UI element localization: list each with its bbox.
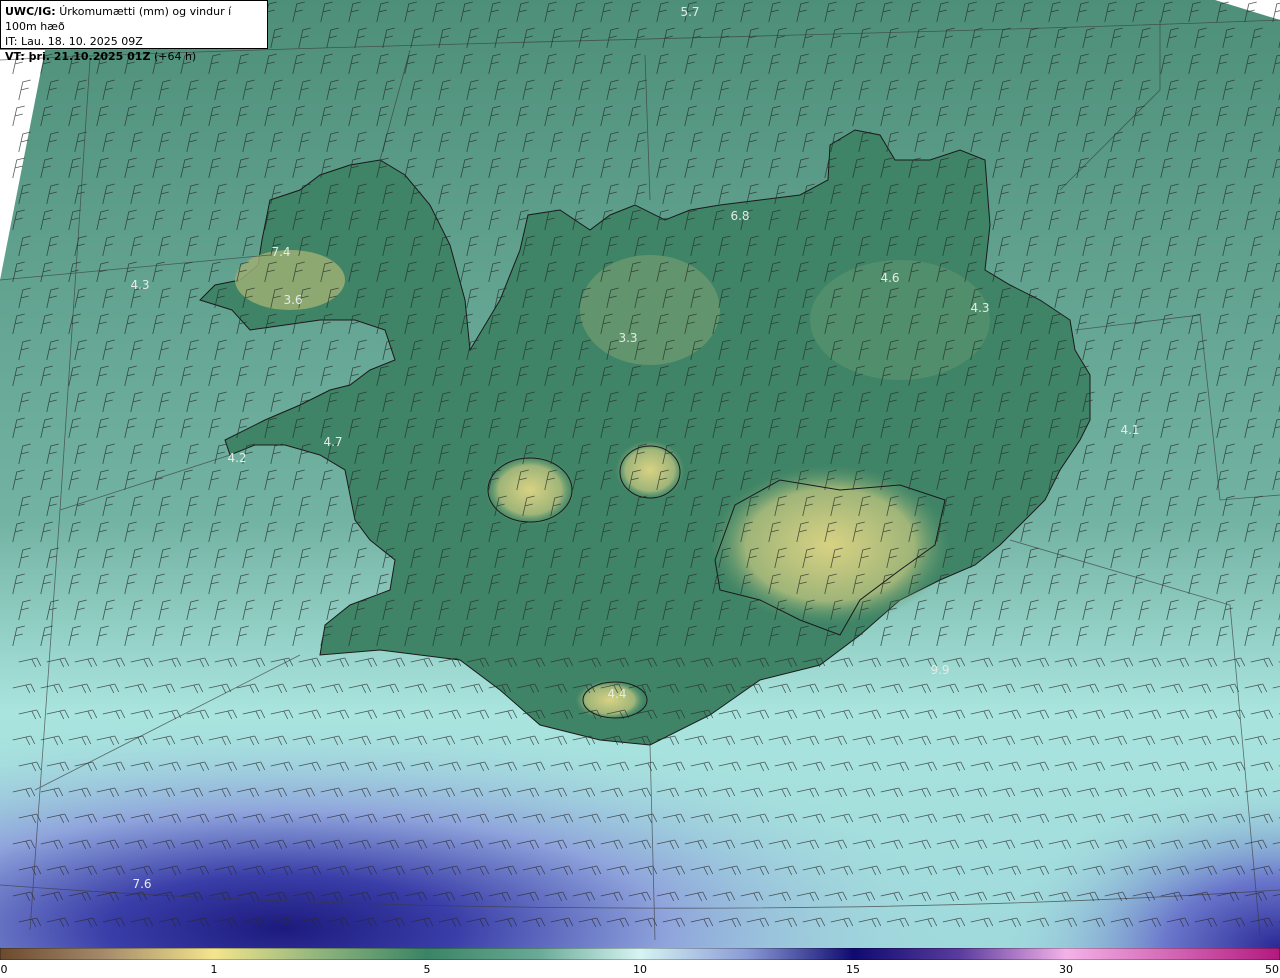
colorbar-tick-label: 30 <box>1059 963 1073 976</box>
map-value-label: 4.3 <box>970 301 989 315</box>
glacier-hofsjokull <box>615 440 685 500</box>
map-value-label: 4.7 <box>323 435 342 449</box>
forecast-offset: (+64 h) <box>153 50 197 63</box>
model-label: UWC/IG: <box>5 5 56 18</box>
map-value-label: 3.6 <box>283 293 302 307</box>
map-value-label: 4.4 <box>607 687 626 701</box>
title-box: UWC/IG: Úrkomumætti (mm) og vindur í 100… <box>0 0 268 63</box>
glacier-langjokull <box>485 455 575 525</box>
map-value-label: 4.3 <box>130 278 149 292</box>
colorbar-tick-label: 1 <box>210 963 218 976</box>
map-value-label: 5.7 <box>680 5 699 19</box>
colorbar-tick-label: 50 <box>1265 963 1279 976</box>
colorbar-tick-label: 10 <box>633 963 647 976</box>
map-value-label: 6.8 <box>730 209 749 223</box>
colorbar-tick-label: 0 <box>0 963 8 976</box>
map-value-label: 3.3 <box>618 331 637 345</box>
highland-east <box>810 260 990 380</box>
map-value-label: 7.4 <box>271 245 290 259</box>
map-value-label: 9.9 <box>930 663 949 677</box>
map-value-label: 4.6 <box>880 271 899 285</box>
map-value-label: 4.2 <box>227 451 246 465</box>
init-time: IT: Lau. 18. 10. 2025 09Z <box>5 35 143 48</box>
colorbar-tick-label: 15 <box>846 963 860 976</box>
map-value-label: 4.1 <box>1120 423 1139 437</box>
map-value-label: 7.6 <box>132 877 151 891</box>
colorbar <box>0 948 1280 960</box>
weather-map[interactable]: 5.7 7.4 3.6 3.3 4.6 4.3 4.7 4.2 4.4 4.3 6.8 4.1 9.9 7… <box>0 0 1280 948</box>
glacier-vatnajokull <box>710 465 950 625</box>
valid-time: VT: þri. 21.10.2025 01Z <box>5 50 151 63</box>
colorbar-tick-label: 5 <box>423 963 431 976</box>
